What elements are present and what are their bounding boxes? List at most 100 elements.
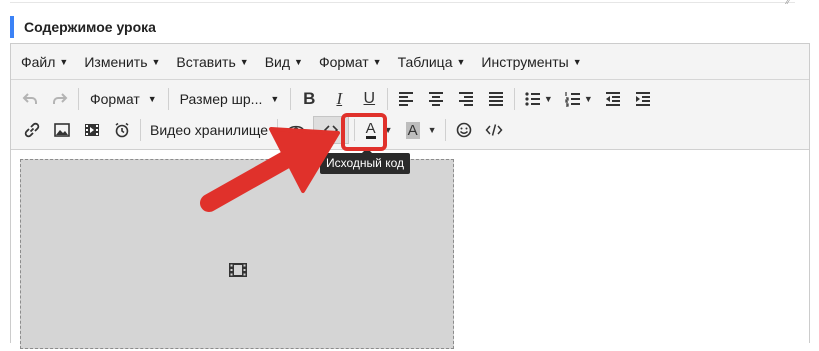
menu-file[interactable]: Файл ▼: [13, 48, 76, 76]
undo-icon: [22, 93, 37, 104]
chevron-down-icon: ▼: [427, 125, 437, 135]
video-storage-button[interactable]: Видео хранилище: [144, 116, 274, 144]
menu-file-label: Файл: [21, 53, 56, 70]
align-right-button[interactable]: [451, 85, 481, 113]
menu-table[interactable]: Таблица ▼: [390, 48, 474, 76]
text-color-icon: A: [365, 120, 376, 139]
align-left-button[interactable]: [391, 85, 421, 113]
text-color-button[interactable]: A ▼: [358, 116, 400, 144]
link-icon: [24, 122, 40, 138]
menu-view-label: Вид: [264, 53, 291, 70]
format-select[interactable]: Формат ▼: [82, 85, 165, 113]
outdent-button[interactable]: [598, 85, 628, 113]
bold-button[interactable]: B: [294, 85, 324, 113]
chevron-down-icon: ▼: [456, 56, 466, 67]
insert-image-button[interactable]: [47, 116, 77, 144]
insert-link-button[interactable]: [17, 116, 47, 144]
editor-content-area[interactable]: [11, 151, 809, 351]
top-divider: [10, 0, 795, 3]
align-justify-icon: [489, 92, 504, 106]
toolbar-separator: [78, 88, 79, 110]
image-icon: [54, 123, 70, 137]
numbered-list-icon: [565, 92, 580, 107]
menu-edit-label: Изменить: [84, 53, 148, 70]
resize-corner: ⁄⁄: [787, 0, 791, 7]
align-center-icon: [429, 92, 444, 106]
menu-format-label: Формат: [318, 53, 369, 70]
toolbar-row-2: Видео хранилище A ▼ A ▼: [11, 115, 509, 145]
chevron-down-icon: ▼: [147, 94, 157, 104]
bullet-list-button[interactable]: ▼: [518, 85, 558, 113]
numbered-list-button[interactable]: ▼: [558, 85, 598, 113]
film-icon: [85, 124, 99, 136]
align-left-icon: [399, 92, 414, 106]
align-justify-button[interactable]: [481, 85, 511, 113]
underline-icon: U: [363, 90, 376, 107]
editor-menubar: Файл ▼ Изменить ▼ Вставить ▼ Вид ▼ Формат ▼ Т…: [11, 44, 809, 80]
tooltip-text: Исходный код: [326, 156, 404, 170]
chevron-down-icon: ▼: [59, 56, 69, 67]
insert-datetime-button[interactable]: [107, 116, 137, 144]
background-color-icon: A: [405, 121, 420, 139]
insert-media-button[interactable]: [77, 116, 107, 144]
chevron-down-icon: ▼: [372, 56, 382, 67]
video-storage-label: Видео хранилище: [150, 122, 269, 138]
rich-text-editor: Файл ▼ Изменить ▼ Вставить ▼ Вид ▼ Формат ▼ Т…: [10, 43, 810, 351]
toolbar-separator: [290, 88, 292, 110]
redo-button[interactable]: [45, 85, 75, 113]
menu-edit[interactable]: Изменить ▼: [76, 48, 168, 76]
emoticons-button[interactable]: [449, 116, 479, 144]
toolbar-separator: [514, 88, 516, 110]
menu-table-label: Таблица: [397, 53, 453, 70]
film-icon: [229, 263, 247, 277]
menu-insert[interactable]: Вставить ▼: [168, 48, 256, 76]
format-select-value: Формат: [90, 91, 140, 107]
chevron-down-icon: ▼: [383, 125, 393, 135]
preview-button[interactable]: [281, 116, 311, 144]
chevron-down-icon: ▼: [270, 94, 280, 104]
menu-tools[interactable]: Инструменты ▼: [473, 48, 589, 76]
eye-icon: [287, 125, 305, 135]
editor-toolbar: Формат ▼ Размер шр... ▼ B I U ▼ ▼ Видео …: [11, 80, 809, 150]
background-color-button[interactable]: A ▼: [400, 116, 442, 144]
toolbar-separator: [140, 119, 141, 141]
font-size-select[interactable]: Размер шр... ▼: [172, 85, 288, 113]
outdent-icon: [606, 92, 621, 106]
underline-button[interactable]: U: [354, 85, 384, 113]
code-slash-icon: [485, 124, 503, 136]
chevron-down-icon: ▼: [583, 94, 593, 104]
bold-icon: B: [303, 89, 316, 108]
align-center-button[interactable]: [421, 85, 451, 113]
code-brackets-icon: [323, 125, 339, 135]
bullet-list-icon: [525, 92, 540, 106]
code-sample-button[interactable]: [479, 116, 509, 144]
chevron-down-icon: ▼: [572, 56, 582, 67]
undo-button[interactable]: [15, 85, 45, 113]
chevron-down-icon: ▼: [151, 56, 161, 67]
toolbar-row-1: Формат ▼ Размер шр... ▼ B I U ▼ ▼: [11, 84, 658, 114]
menu-insert-label: Вставить: [176, 53, 236, 70]
toolbar-separator: [277, 119, 279, 141]
section-title-text: Содержимое урока: [24, 19, 156, 35]
redo-icon: [53, 93, 68, 104]
embedded-video-placeholder[interactable]: [20, 159, 454, 349]
menu-view[interactable]: Вид ▼: [257, 48, 311, 76]
source-code-button[interactable]: [313, 116, 350, 144]
font-size-select-value: Размер шр...: [179, 91, 263, 107]
align-right-icon: [459, 92, 474, 106]
chevron-down-icon: ▼: [543, 94, 553, 104]
chevron-down-icon: ▼: [239, 56, 249, 67]
chevron-down-icon: ▼: [294, 56, 303, 67]
toolbar-separator: [387, 88, 389, 110]
italic-icon: I: [336, 89, 343, 108]
section-title: Содержимое урока: [10, 16, 156, 38]
italic-button[interactable]: I: [324, 85, 354, 113]
menu-format[interactable]: Формат ▼: [311, 48, 390, 76]
menu-tools-label: Инструменты: [481, 53, 569, 70]
alarm-clock-icon: [115, 122, 129, 138]
smiley-icon: [456, 122, 472, 138]
toolbar-separator: [445, 119, 447, 141]
toolbar-separator: [354, 119, 356, 141]
indent-button[interactable]: [628, 85, 658, 113]
toolbar-separator: [167, 88, 169, 110]
